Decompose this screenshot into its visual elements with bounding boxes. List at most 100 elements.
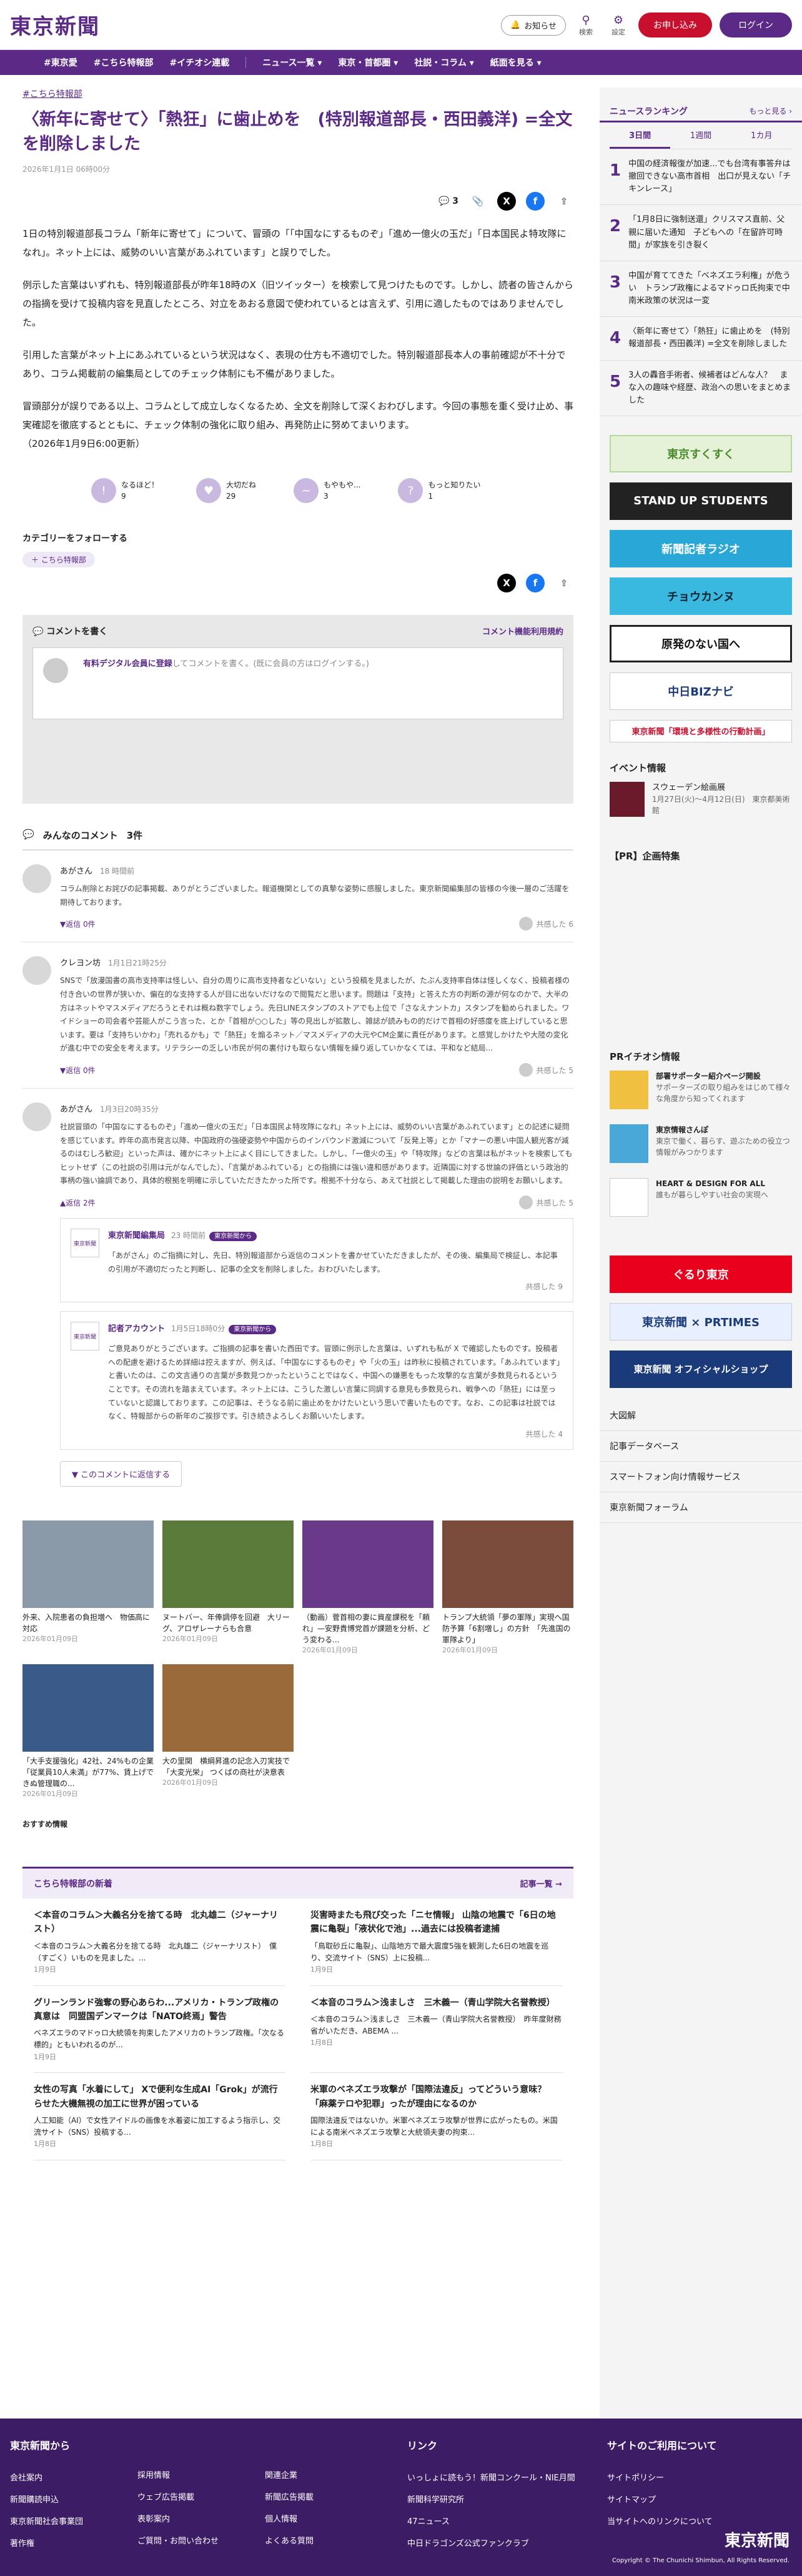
ranking-item[interactable]: 3 中国が育ててきた「ベネズエラ利権」が危うい トランプ政権によるマドゥロ氏拘束で… — [600, 261, 802, 317]
footer-link[interactable]: 表彰案内 — [137, 2512, 219, 2524]
nav-item-editorial[interactable]: 社説・コラム ▾ — [414, 56, 473, 69]
side-link[interactable]: 東京新聞フォーラム — [600, 1492, 802, 1523]
site-logo[interactable]: 東京新聞 — [10, 9, 100, 40]
banner-radio[interactable]: 新聞記者ラジオ — [610, 529, 792, 567]
nav-item-tokyo-ai[interactable]: #東京愛 — [44, 56, 77, 69]
footer-logo[interactable]: 東京新聞 — [725, 2528, 790, 2551]
latest-item[interactable]: 女性の写真「水着にして」 Xで便利な生成AI「Grok」が流行らせた大機無視の加… — [34, 2073, 285, 2160]
nav-item-paper[interactable]: 紙面を見る ▾ — [490, 56, 542, 69]
footer-link[interactable]: 当サイトへのリンクについて — [607, 2515, 717, 2527]
tab-3days[interactable]: 3日間 — [610, 122, 671, 149]
search-button[interactable]: ⚲ 検索 — [573, 14, 598, 37]
footer-link[interactable]: 採用情報 — [137, 2469, 219, 2480]
agree-button[interactable]: 共感した 6 — [518, 917, 573, 931]
reply-toggle[interactable]: ▲返信 2件 — [60, 1197, 96, 1208]
apply-button[interactable]: お申し込み — [638, 12, 712, 37]
related-card[interactable]: 外来、入院患者の負担増へ 物価高に対応 2026年01月09日 — [22, 1520, 154, 1656]
related-card[interactable]: トランプ大統領「夢の軍隊」実現へ国防予算「6割増し」の方針 「先進国の軍隊より」… — [442, 1520, 573, 1656]
reaction-taisetsu[interactable]: ♥ 大切だね 29 — [196, 478, 256, 504]
follow-category-chip[interactable]: ＋ こちら特報部 — [22, 552, 95, 568]
latest-item[interactable]: ＜本音のコラム＞浅ましさ 三木義一（青山学院大名誉教授） ＜本音のコラム＞浅ましさ… — [310, 1986, 562, 2074]
footer-link[interactable]: 著作権 — [10, 2537, 83, 2549]
nav-item-ichioshi[interactable]: #イチオシ連載 — [169, 56, 229, 69]
ranking-item[interactable]: 1 中国の経済報復が加速...でも台湾有事答弁は撤回できない高市首相 出口が見えな… — [600, 149, 802, 206]
banner-shop[interactable]: 東京新聞 オフィシャルショップ — [610, 1350, 792, 1388]
footer-link[interactable]: 東京新聞社会事業団 — [10, 2515, 83, 2527]
related-card[interactable]: （動画）菅首相の妻に資産課税を「頼れ」—安野貴博党首が課題を分析、どう変わる..… — [302, 1520, 433, 1656]
notification-button[interactable]: 🔔 お知らせ — [501, 14, 566, 36]
comment-input[interactable]: 有料デジタル会員に登録してコメントを書く。(既に会員の方はログインする。) — [32, 647, 563, 720]
footer-link[interactable]: 関連企業 — [265, 2469, 314, 2480]
category-link[interactable]: #こちら特報部 — [22, 89, 82, 99]
latest-item[interactable]: 米軍のベネズエラ攻撃が「国際法違反」ってどういう意味？「麻薬テロや犯罪」ったが理… — [310, 2073, 562, 2160]
banner-prtimes[interactable]: 東京新聞 × PRTIMES — [610, 1302, 792, 1340]
facebook-share-icon[interactable]: f — [526, 192, 545, 211]
comments-heading-text: みんなのコメント — [42, 830, 118, 842]
comment-policy-link[interactable]: コメント機能利用規約 — [482, 625, 563, 637]
clip-icon[interactable]: 📎 — [468, 192, 487, 211]
settings-button[interactable]: ⚙ 設定 — [606, 14, 631, 37]
x-share-icon[interactable]: X — [497, 192, 516, 211]
reaction-shiritai[interactable]: ? もっと知りたい 1 — [398, 478, 481, 504]
footer-link[interactable]: 会社案内 — [10, 2471, 83, 2483]
ranking-item[interactable]: 4 〈新年に寄せて〉「熱狂」に歯止めを (特別報道部長・西田義洋) =全文を削除し… — [600, 317, 802, 361]
footer-link[interactable]: 新聞広告掲載 — [265, 2490, 314, 2502]
footer-link[interactable]: 47ニュース — [407, 2515, 575, 2527]
event-item[interactable]: スウェーデン絵画展 1月27日(火)〜4月12日(日) 東京都美術館 — [600, 774, 802, 824]
reaction-naruhodo[interactable]: ! なるほど！ 9 — [91, 478, 159, 504]
tab-1month[interactable]: 1カ月 — [731, 122, 792, 149]
latest-item[interactable]: 災害時またも飛び交った「ニセ情報」 山陰の地震で「6日の地震に亀裂」「液状化で池… — [310, 1899, 562, 1986]
footer-link[interactable]: 新聞購読申込 — [10, 2493, 83, 2505]
reply-toggle[interactable]: ▼返信 0件 — [60, 1065, 96, 1076]
footer-link[interactable]: ご質問・お問い合わせ — [137, 2534, 219, 2546]
banner-bizi[interactable]: 中日BIZナビ — [610, 672, 792, 710]
related-card[interactable]: 「大手支援強化」42社、24%もの企業「従業員10人未満」が77%、賃上げできぬ… — [22, 1664, 154, 1800]
banner-sukusuku[interactable]: 東京すくすく — [610, 434, 792, 472]
ranking-more-link[interactable]: もっと見る › — [749, 106, 792, 116]
nav-item-tokyo[interactable]: 東京・首都圏 ▾ — [338, 56, 398, 69]
pr-item[interactable]: 東京情報さんぽ 東京で働く、暮らす、遊ぶための役立つ情報がみつかります — [600, 1117, 802, 1171]
latest-item[interactable]: ＜本音のコラム＞大義名分を捨てる時 北丸雄二（ジャーナリスト） ＜本音のコラム＞大… — [34, 1899, 285, 1986]
side-link[interactable]: スマートフォン向け情報サービス — [600, 1462, 802, 1492]
footer-link[interactable]: サイトポリシー — [607, 2471, 717, 2483]
agree-button[interactable]: 共感した 5 — [518, 1196, 573, 1209]
share-icon[interactable]: ⇪ — [555, 192, 573, 211]
side-link[interactable]: 記事データベース — [600, 1431, 802, 1462]
banner-chokankanu[interactable]: チョウカンヌ — [610, 577, 792, 615]
agree-button[interactable]: 共感した 9 — [108, 1281, 563, 1292]
share-icon[interactable]: ⇪ — [555, 574, 573, 592]
login-button[interactable]: ログイン — [720, 12, 792, 37]
banner-gururi[interactable]: ぐるり東京 — [610, 1255, 792, 1293]
reply-to-comment-button[interactable]: ▼ このコメントに返信する — [60, 1460, 182, 1487]
footer-link[interactable]: 個人情報 — [265, 2512, 314, 2524]
footer-link[interactable]: 新聞科学研究所 — [407, 2493, 575, 2505]
agree-button[interactable]: 共感した 5 — [518, 1063, 573, 1077]
reply-toggle[interactable]: ▼返信 0件 — [60, 919, 96, 929]
facebook-share-icon[interactable]: f — [526, 574, 545, 593]
article-list-link[interactable]: 記事一覧 → — [520, 1877, 562, 1890]
comment-count[interactable]: 💬 3 — [438, 196, 458, 206]
ranking-item[interactable]: 5 3人の轟音手術者、候補者はどんな人？ まな入の趣味や経歴、政治への思いをまとめ… — [600, 361, 802, 416]
footer-link[interactable]: サイトマップ — [607, 2493, 717, 2505]
nav-item-tokuhoubu[interactable]: #こちら特報部 — [94, 56, 154, 69]
x-share-icon[interactable]: X — [497, 574, 516, 593]
banner-students[interactable]: STAND UP STUDENTS — [610, 482, 792, 520]
footer-link[interactable]: ウェブ広告掲載 — [137, 2490, 219, 2502]
tab-1week[interactable]: 1週間 — [670, 122, 731, 149]
latest-item[interactable]: グリーンランド強奪の野心あらわ...アメリカ・トランプ政権の真意は 同盟国デンマ… — [34, 1986, 285, 2074]
ranking-item[interactable]: 2 「1月8日に強制送還」クリスマス直前、父親に届いた通知 子どもへの「在留許可時… — [600, 205, 802, 261]
nav-item-news[interactable]: ニュース一覧 ▾ — [262, 56, 322, 69]
pr-item[interactable]: HEART & DESIGN FOR ALL 誰もが暮らしやすい社会の実現へ — [600, 1171, 802, 1224]
register-link[interactable]: 有料デジタル会員に登録 — [83, 659, 172, 669]
footer-link[interactable]: いっしょに読もう！新聞コンクール・NIE月間 — [407, 2471, 575, 2483]
side-link[interactable]: 大図解 — [600, 1400, 802, 1431]
related-card[interactable]: 大の里関 横綱昇進の記念入刃実技で「大変光栄」 つくばの商社が決意表 2026年0… — [162, 1664, 294, 1800]
related-card[interactable]: ヌートバー、年俸調停を回避 大リーグ、アロザレーナらも合意 2026年01月09日 — [162, 1520, 294, 1656]
agree-button[interactable]: 共感した 4 — [108, 1429, 563, 1439]
footer-link[interactable]: 中日ドラゴンズ公式ファンクラブ — [407, 2537, 575, 2549]
pr-item[interactable]: 部署サポーター紹介ページ開設 サポーターズの取り組みをはじめて様々な角度から知って… — [600, 1063, 802, 1117]
banner-environment[interactable]: 東京新聞「環境と多様性の行動計画」 — [610, 719, 792, 742]
footer-link[interactable]: よくある質問 — [265, 2534, 314, 2546]
banner-genpatsu[interactable]: 原発のない国へ — [610, 624, 792, 662]
reaction-moyamoya[interactable]: ~ もやもや... 3 — [294, 478, 360, 504]
